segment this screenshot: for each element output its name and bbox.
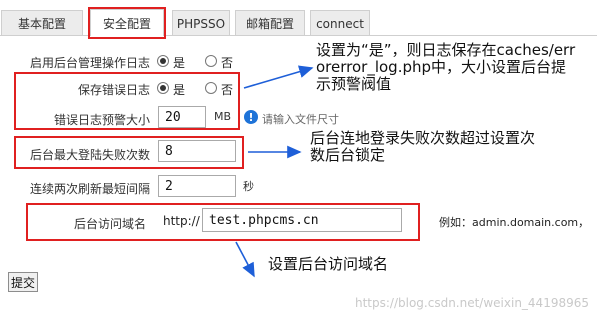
tab-label: 安全配置 [102, 16, 151, 31]
submit-label: 提交 [10, 275, 35, 290]
arrow-admin-domain [235, 241, 255, 278]
arrow-error-log [243, 65, 314, 89]
watermark: https://blog.csdn.net/weixin_44198965 [354, 296, 589, 310]
submit-button[interactable]: 提交 [8, 272, 38, 292]
annotation-arrows [235, 65, 314, 278]
tab-security-config[interactable]: 安全配置 [90, 9, 164, 36]
